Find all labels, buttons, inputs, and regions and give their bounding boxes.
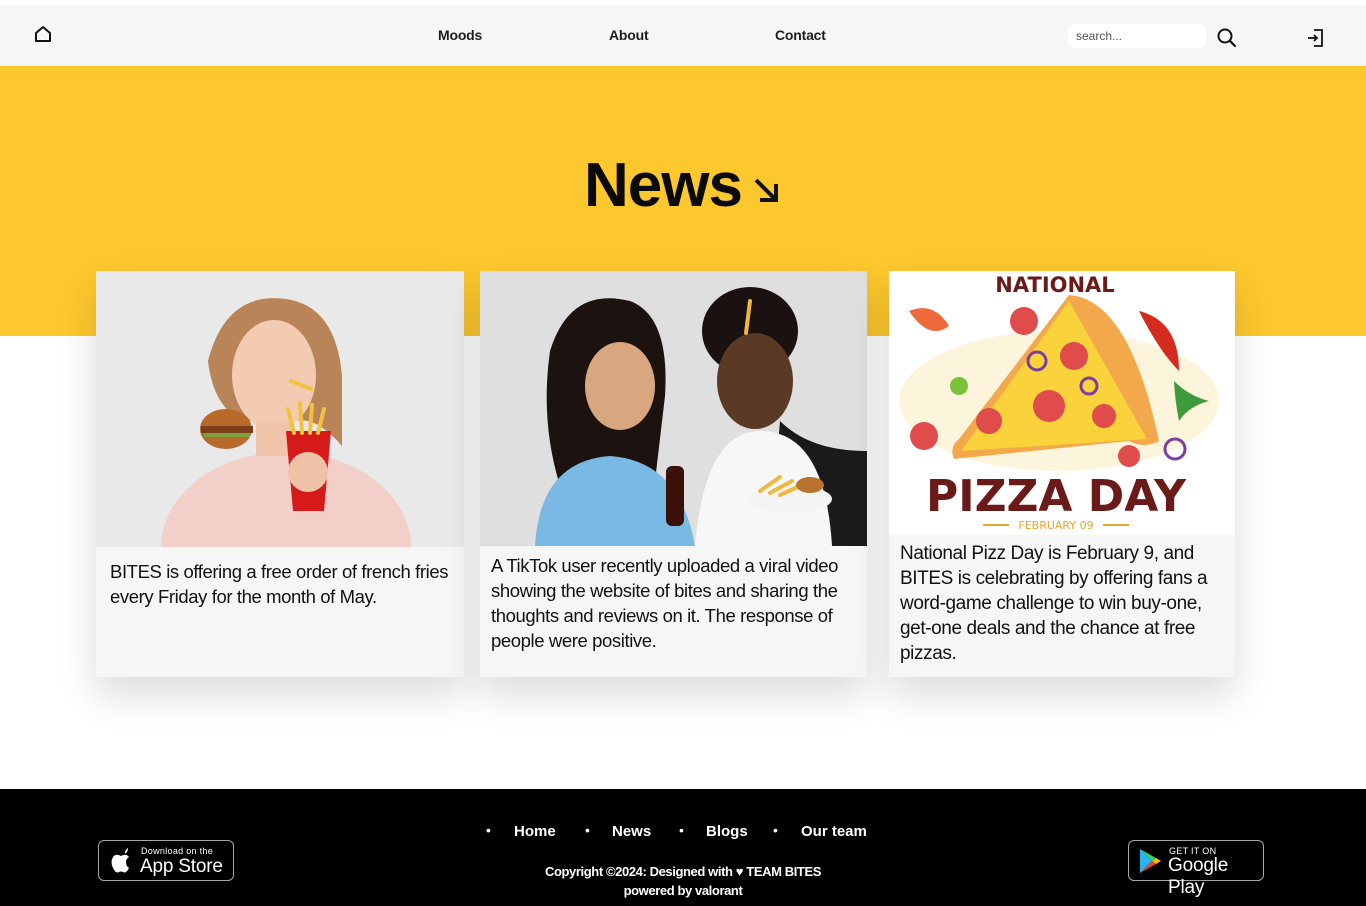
news-card-text: BITES is offering a free order of french… (110, 561, 449, 607)
app-store-small-text: Download on the (141, 846, 214, 856)
woman-eating-fries-image (96, 271, 464, 547)
bullet: • (773, 822, 778, 838)
news-card-fries[interactable]: BITES is offering a free order of french… (96, 271, 464, 677)
footer-link-home[interactable]: Home (514, 823, 556, 840)
news-card-text: National Pizz Day is February 9, and BIT… (900, 543, 1208, 664)
poster-pizza-day-text: PIZZA DAY (926, 471, 1187, 522)
search-icon[interactable] (1216, 27, 1238, 49)
page-title: News (0, 150, 1366, 221)
footer-link-news[interactable]: News (612, 823, 651, 840)
news-card-pizza-day[interactable]: NATIONAL PIZZA DAY FEBRUARY 09 National … (889, 271, 1235, 677)
google-play-big-text: Google Play (1168, 855, 1229, 898)
bullet: • (486, 822, 491, 838)
bullet: • (679, 822, 684, 838)
pizza-day-poster-image: NATIONAL PIZZA DAY FEBRUARY 09 (889, 271, 1235, 535)
poster-national-text: NATIONAL (995, 273, 1114, 297)
home-icon[interactable] (32, 23, 54, 45)
footer-link-blogs[interactable]: Blogs (706, 823, 748, 840)
news-card-tiktok[interactable]: A TikTok user recently uploaded a viral … (480, 271, 867, 677)
nav-about[interactable]: About (609, 27, 649, 43)
arrow-down-right-icon (752, 150, 782, 221)
login-icon[interactable] (1305, 27, 1327, 49)
google-play-icon (1140, 849, 1161, 873)
news-card-text: A TikTok user recently uploaded a viral … (491, 555, 839, 651)
top-navbar: Moods About Contact (0, 5, 1366, 66)
bullet: • (585, 822, 590, 838)
friends-eating-fast-food-image (480, 271, 867, 546)
nav-contact[interactable]: Contact (775, 27, 826, 43)
page-title-text: News (584, 151, 743, 220)
nav-moods[interactable]: Moods (438, 27, 482, 43)
google-play-badge[interactable]: GET IT ON Google Play (1128, 840, 1264, 898)
footer: Download on the App Store • Home • News … (0, 789, 1366, 906)
powered-by-text: powered by valorant (623, 883, 743, 898)
search-input[interactable] (1068, 24, 1206, 48)
poster-date-text: FEBRUARY 09 (1018, 519, 1093, 532)
footer-link-our-team[interactable]: Our team (801, 823, 867, 840)
